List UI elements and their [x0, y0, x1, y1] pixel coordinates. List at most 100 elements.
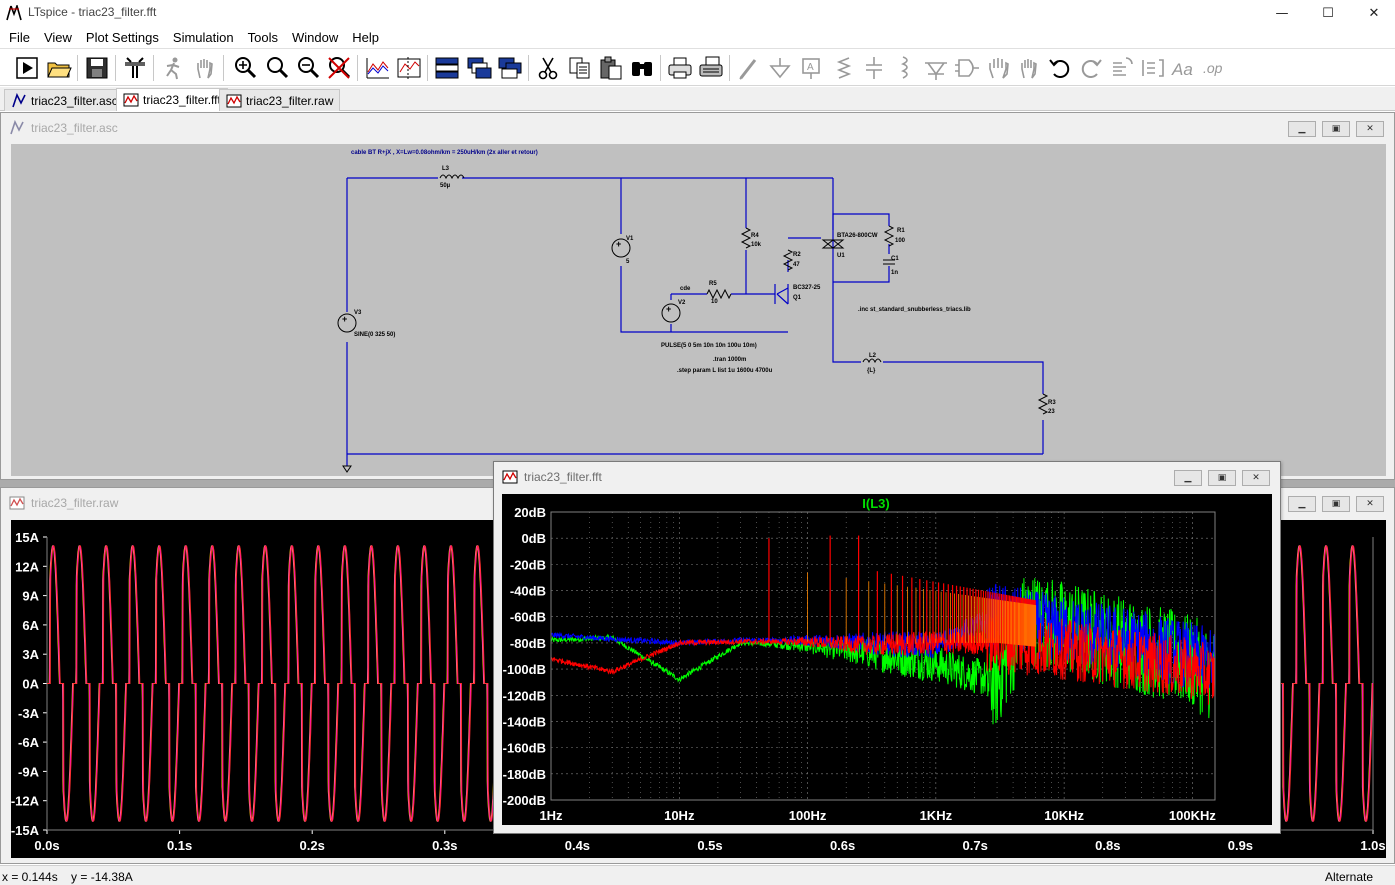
schematic-minimize-button[interactable]: ▁ [1288, 121, 1316, 137]
save-icon[interactable] [83, 54, 111, 82]
pan-hand-icon[interactable] [191, 54, 219, 82]
fft-y-tick-label: -60dB [510, 610, 546, 625]
component-icon[interactable] [953, 54, 981, 82]
minimize-button[interactable]: — [1259, 0, 1305, 26]
zoom-cancel-icon[interactable] [325, 54, 353, 82]
resistor-icon[interactable] [829, 54, 857, 82]
menu-help[interactable]: Help [345, 30, 386, 45]
raw-close-button[interactable]: ✕ [1356, 496, 1384, 512]
raw-x-tick-label: 0.9s [1228, 838, 1253, 853]
paste-icon[interactable] [597, 54, 625, 82]
schematic-close-button[interactable]: ✕ [1356, 121, 1384, 137]
rotate-icon[interactable] [1108, 54, 1136, 82]
maximize-button[interactable]: ☐ [1305, 0, 1351, 26]
raw-maximize-button[interactable]: ▣ [1322, 496, 1350, 512]
net-label-cde: cde [680, 286, 691, 292]
fft-trace-label[interactable]: I(L3) [862, 496, 889, 511]
move-icon[interactable] [985, 54, 1013, 82]
drag-icon[interactable] [1015, 54, 1043, 82]
diode-icon[interactable] [922, 54, 950, 82]
autorange-icon[interactable] [364, 54, 392, 82]
fft-maximize-button[interactable]: ▣ [1208, 470, 1236, 486]
fft-plot-canvas[interactable]: I(L3) 20dB 0dB -20dB -40dB -60dB -80dB -100dB -… [502, 494, 1272, 825]
tile-vertical-icon[interactable] [496, 54, 524, 82]
title-bar: LTspice - triac23_filter.fft — ☐ ✕ [0, 0, 1395, 26]
raw-x-tick-label: 0.8s [1095, 838, 1120, 853]
print-icon[interactable] [666, 54, 694, 82]
menu-view[interactable]: View [37, 30, 79, 45]
tab-raw[interactable]: triac23_filter.raw [219, 89, 341, 111]
copy-icon[interactable] [566, 54, 594, 82]
raw-x-tick-label: 0.2s [300, 838, 325, 853]
ground-icon[interactable] [766, 54, 794, 82]
fft-close-button[interactable]: ✕ [1242, 470, 1270, 486]
fft-x-tick-label: 1Hz [539, 808, 563, 823]
halt-icon[interactable] [159, 54, 187, 82]
window-title: LTspice - triac23_filter.fft [28, 5, 157, 19]
svg-text:.op: .op [1203, 60, 1223, 76]
label-net-icon[interactable]: A [797, 54, 825, 82]
r5-value: 10 [711, 299, 718, 305]
v2-name: V2 [678, 300, 686, 306]
zoom-area-icon[interactable] [263, 54, 291, 82]
tab-label: triac23_filter.asc [31, 93, 118, 108]
inductor-l2-symbol [862, 358, 882, 364]
menu-bar: File View Plot Settings Simulation Tools… [0, 27, 1395, 47]
undo-icon[interactable] [1046, 54, 1074, 82]
fft-x-tick-label: 100Hz [789, 808, 827, 823]
menu-file[interactable]: File [2, 30, 37, 45]
control-panel-icon[interactable] [121, 54, 149, 82]
fft-x-tick-label: 1KHz [920, 808, 953, 823]
raw-minimize-button[interactable]: ▁ [1288, 496, 1316, 512]
schematic-canvas[interactable]: + + + cable BT R+jX , X=Lw=0.08ohm/km = … [11, 144, 1386, 476]
fft-y-tick-label: -160dB [503, 741, 546, 756]
menu-simulation[interactable]: Simulation [166, 30, 241, 45]
capacitor-icon[interactable] [860, 54, 888, 82]
text-icon[interactable]: Aa [1170, 54, 1198, 82]
schematic-window-titlebar[interactable]: triac23_filter.asc [1, 113, 1394, 143]
menu-plot-settings[interactable]: Plot Settings [79, 30, 166, 45]
zoom-in-icon[interactable] [231, 54, 259, 82]
fft-window: triac23_filter.fft ▁ ▣ ✕ I(L3) 20dB 0dB -2… [493, 461, 1281, 834]
print-setup-icon[interactable] [697, 54, 725, 82]
draw-wire-icon[interactable] [735, 54, 763, 82]
schematic-icon [10, 120, 24, 135]
v2-value: PULSE(5 0 5m 10n 10n 100u 10m) [661, 343, 757, 349]
r4-value: 10k [751, 242, 762, 248]
run-icon[interactable] [13, 54, 41, 82]
redo-icon[interactable] [1077, 54, 1105, 82]
schematic-maximize-button[interactable]: ▣ [1322, 121, 1350, 137]
fft-y-tick-label: -120dB [503, 688, 546, 703]
fft-window-title: triac23_filter.fft [524, 470, 602, 484]
menu-window[interactable]: Window [285, 30, 345, 45]
schematic-comment: cable BT R+jX , X=Lw=0.08ohm/km = 250uH/… [351, 150, 538, 156]
tab-schematic[interactable]: triac23_filter.asc [4, 89, 125, 111]
zoom-out-icon[interactable] [294, 54, 322, 82]
raw-y-tick-label: 12A [15, 559, 39, 574]
raw-y-tick-label: 3A [22, 647, 39, 662]
svg-text:Aa: Aa [1171, 60, 1193, 79]
mirror-icon[interactable] [1139, 54, 1167, 82]
tile-horizontal-icon[interactable] [433, 54, 461, 82]
fft-minimize-button[interactable]: ▁ [1174, 470, 1202, 486]
r3-value: 23 [1048, 409, 1055, 415]
mdi-workspace: triac23_filter.asc ▁ ▣ ✕ + + + cable BT … [0, 112, 1395, 864]
close-button[interactable]: ✕ [1351, 0, 1395, 26]
u1-name: U1 [837, 253, 845, 259]
raw-y-tick-label: -3A [18, 706, 40, 721]
resistor-r5-symbol [706, 288, 732, 300]
cascade-icon[interactable] [465, 54, 493, 82]
spice-directive-icon[interactable]: .op [1201, 54, 1229, 82]
mark-data-icon[interactable] [395, 54, 423, 82]
find-icon[interactable] [628, 54, 656, 82]
tab-fft[interactable]: triac23_filter.fft [116, 88, 228, 111]
inductor-icon[interactable] [891, 54, 919, 82]
menu-tools[interactable]: Tools [241, 30, 285, 45]
fft-y-tick-label: 20dB [514, 505, 546, 520]
cut-icon[interactable] [534, 54, 562, 82]
document-tabs: triac23_filter.asc triac23_filter.fft tr… [0, 87, 1395, 111]
fft-window-titlebar[interactable]: triac23_filter.fft [494, 462, 1280, 492]
open-icon[interactable] [45, 54, 73, 82]
cursor-mode: Alternate [1324, 870, 1373, 884]
fft-y-tick-label: -140dB [503, 714, 546, 729]
